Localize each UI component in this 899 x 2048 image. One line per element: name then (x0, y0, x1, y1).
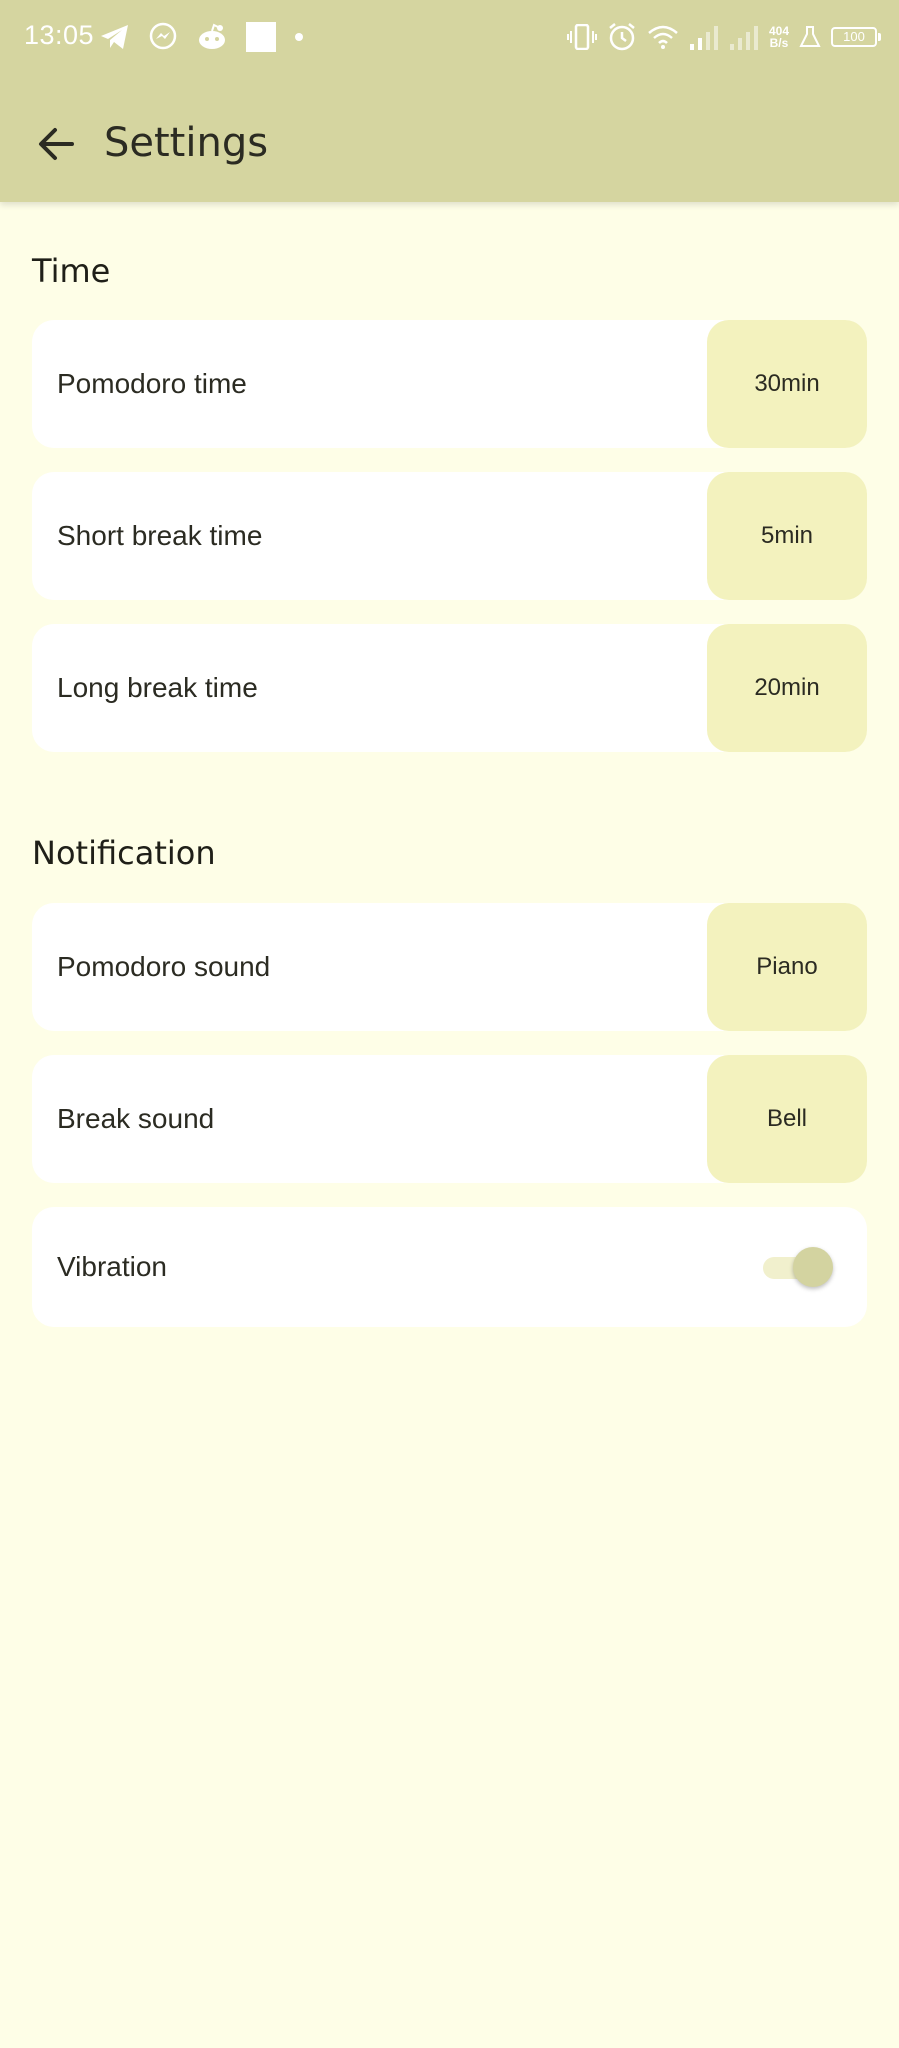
net-speed-unit: B/s (769, 36, 789, 50)
arrow-back-icon (38, 127, 74, 165)
pomodoro-time-label: Pomodoro time (57, 368, 247, 399)
vibrate-icon (566, 24, 597, 50)
break-sound-label: Break sound (57, 1103, 215, 1134)
vibration-label: Vibration (57, 1251, 168, 1282)
app-bar: Settings (0, 96, 899, 196)
battery-level: 100 (831, 27, 881, 47)
vibration-row[interactable]: Vibration (32, 1207, 867, 1327)
long-break-time-value[interactable]: 20min (707, 624, 867, 752)
section-title-time: Time (32, 252, 111, 290)
short-break-time-value[interactable]: 5min (707, 472, 867, 600)
break-sound-row[interactable]: Break sound Bell (32, 1055, 867, 1183)
signal-icon (729, 24, 759, 50)
signal-icon (689, 24, 719, 50)
pomodoro-time-row[interactable]: Pomodoro time 30min (32, 320, 867, 448)
pomodoro-sound-label: Pomodoro sound (57, 951, 271, 982)
break-sound-value[interactable]: Bell (707, 1055, 867, 1183)
system-icons: 404 B/s 100 (566, 20, 881, 54)
flask-icon (799, 25, 821, 49)
top-bar: 13:05 404 B/s 100 Settings (0, 0, 899, 202)
long-break-time-row[interactable]: Long break time 20min (32, 624, 867, 752)
vibration-toggle[interactable] (763, 1247, 833, 1287)
pomodoro-sound-row[interactable]: Pomodoro sound Piano (32, 903, 867, 1031)
long-break-time-label: Long break time (57, 672, 258, 703)
net-speed: 404 B/s (769, 25, 789, 49)
status-time: 13:05 (24, 20, 95, 50)
pomodoro-sound-value[interactable]: Piano (707, 903, 867, 1031)
reddit-icon (196, 23, 228, 51)
page-title: Settings (104, 120, 269, 166)
short-break-time-label: Short break time (57, 520, 263, 551)
dot-icon (294, 32, 304, 42)
telegram-icon (100, 24, 130, 50)
notification-icons (100, 20, 304, 54)
pomodoro-time-value[interactable]: 30min (707, 320, 867, 448)
wifi-icon (647, 24, 679, 50)
status-bar: 13:05 404 B/s 100 (0, 0, 899, 74)
messenger-icon (148, 22, 178, 52)
square-icon (246, 22, 276, 52)
alarm-icon (607, 22, 637, 52)
battery-icon: 100 (831, 27, 881, 47)
toggle-thumb (793, 1247, 833, 1287)
section-title-notification: Notification (32, 834, 216, 872)
back-button[interactable] (24, 114, 88, 178)
short-break-time-row[interactable]: Short break time 5min (32, 472, 867, 600)
